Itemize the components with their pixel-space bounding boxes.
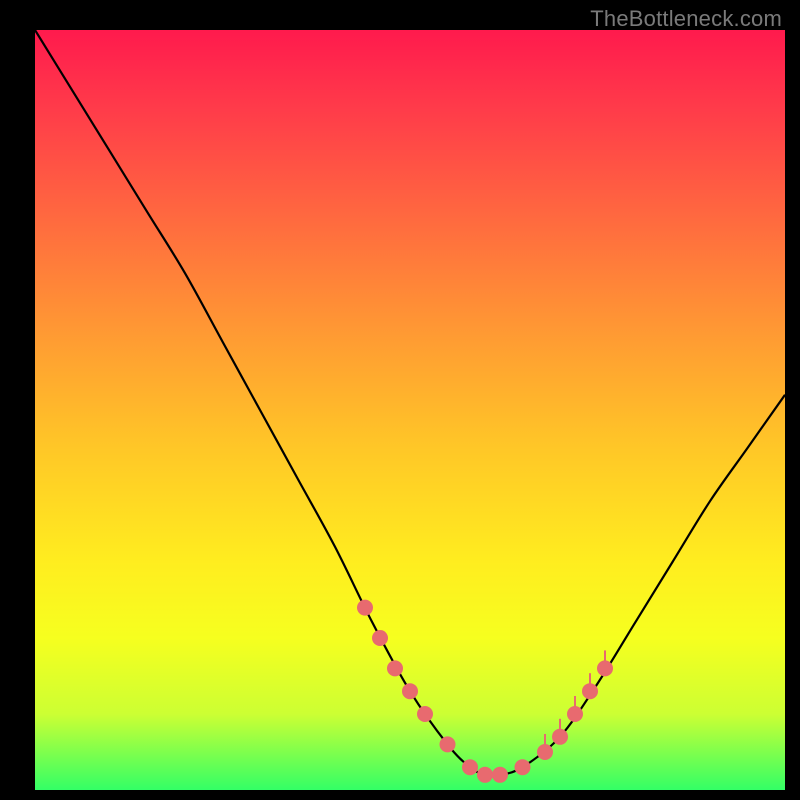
marker-dot [567,706,583,722]
marker-dots [357,600,613,783]
marker-dot [417,706,433,722]
marker-dot [477,767,493,783]
marker-dot [552,729,568,745]
bottleneck-curve [35,30,785,776]
marker-dot [462,759,478,775]
marker-dot [537,744,553,760]
plot-area [35,30,785,790]
marker-dot [492,767,508,783]
chart-frame: TheBottleneck.com [0,0,800,800]
marker-dot [387,660,403,676]
marker-dot [597,660,613,676]
marker-dot [372,630,388,646]
marker-dot [582,683,598,699]
marker-dot [402,683,418,699]
marker-dot [357,600,373,616]
curve-layer [35,30,785,790]
marker-dot [515,759,531,775]
watermark-text: TheBottleneck.com [590,6,782,32]
marker-dot [440,736,456,752]
